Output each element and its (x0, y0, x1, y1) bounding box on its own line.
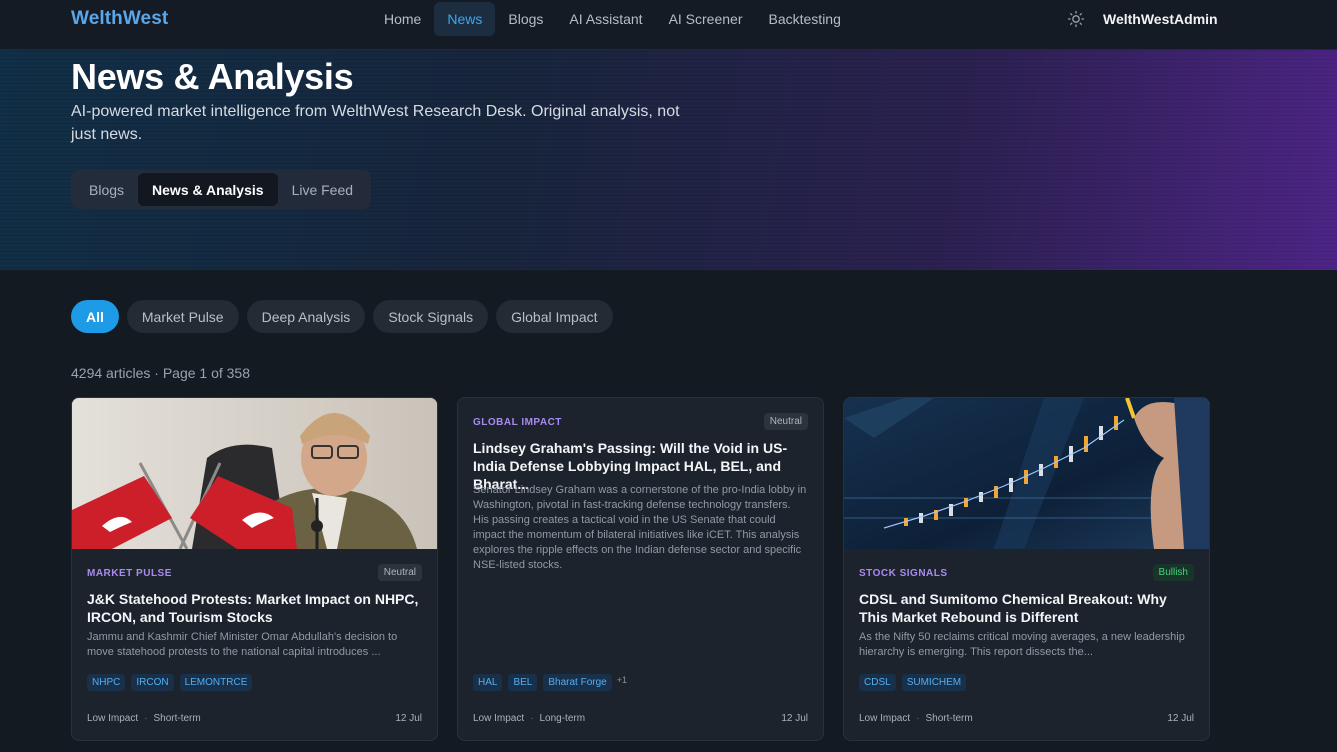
article-description: Jammu and Kashmir Chief Minister Omar Ab… (87, 631, 398, 658)
article-meta: Low Impact · Short-term 12 Jul (87, 713, 422, 724)
results-summary: 4294 articles · Page 1 of 358 (71, 365, 251, 381)
article-date: 12 Jul (781, 713, 808, 724)
page-title: News & Analysis (71, 56, 354, 97)
nav-news[interactable]: News (434, 2, 496, 36)
article-card[interactable]: GLOBAL IMPACT Neutral Lindsey Graham's P… (457, 397, 824, 741)
tab-live-feed[interactable]: Live Feed (278, 173, 367, 206)
stock-tag[interactable]: BEL (508, 674, 538, 691)
article-image (72, 398, 437, 549)
article-date: 12 Jul (395, 713, 422, 724)
article-body: STOCK SIGNALS Bullish CDSL and Sumitomo … (859, 564, 1194, 668)
nav-backtesting[interactable]: Backtesting (756, 2, 854, 36)
stock-tags: NHPC IRCON LEMONTRCE (87, 674, 253, 691)
tab-blogs[interactable]: Blogs (75, 173, 138, 206)
article-description: As the Nifty 50 reclaims critical moving… (859, 631, 1185, 658)
sentiment-badge: Neutral (377, 564, 422, 581)
article-card[interactable]: STOCK SIGNALS Bullish CDSL and Sumitomo … (843, 397, 1210, 741)
logo[interactable]: WelthWest (71, 8, 168, 30)
sentiment-badge: Bullish (1152, 564, 1194, 581)
nav-ai-assistant[interactable]: AI Assistant (556, 2, 655, 36)
filter-all[interactable]: All (71, 300, 119, 333)
article-title[interactable]: CDSL and Sumitomo Chemical Breakout: Why… (859, 590, 1194, 626)
stock-tag[interactable]: HAL (473, 674, 503, 691)
tab-news-analysis[interactable]: News & Analysis (138, 173, 278, 206)
stock-tag[interactable]: LEMONTRCE (179, 674, 253, 691)
article-description: Senator Lindsey Graham was a cornerstone… (473, 484, 807, 571)
stock-tags: HAL BEL Bharat Forge +1 (473, 674, 627, 691)
filter-stock-signals[interactable]: Stock Signals (373, 300, 489, 333)
nav-ai-screener[interactable]: AI Screener (656, 2, 756, 36)
sentiment-badge: Neutral (763, 413, 808, 430)
article-body: GLOBAL IMPACT Neutral Lindsey Graham's P… (473, 413, 808, 657)
filter-global-impact[interactable]: Global Impact (496, 300, 613, 333)
horizon-label: Long-term (539, 713, 586, 724)
main-nav: Home News Blogs AI Assistant AI Screener… (371, 2, 854, 36)
article-meta: Low Impact · Short-term 12 Jul (859, 713, 1194, 724)
stock-tag[interactable]: SUMICHEM (901, 674, 967, 691)
filter-market-pulse[interactable]: Market Pulse (126, 300, 239, 333)
impact-label: Low Impact (473, 713, 525, 724)
article-card[interactable]: MARKET PULSE Neutral J&K Statehood Prote… (71, 397, 438, 741)
page-subtitle: AI-powered market intelligence from Welt… (71, 103, 680, 143)
article-meta: Low Impact · Long-term 12 Jul (473, 713, 808, 724)
user-menu[interactable]: WelthWestAdmin (1103, 11, 1218, 27)
sun-icon[interactable] (1067, 10, 1085, 28)
article-image (844, 398, 1209, 549)
nav-home[interactable]: Home (371, 2, 434, 36)
stock-tag[interactable]: NHPC (87, 674, 126, 691)
more-tags-count[interactable]: +1 (617, 675, 627, 685)
article-category: STOCK SIGNALS (859, 568, 948, 579)
article-category: MARKET PULSE (87, 568, 172, 579)
category-filters: All Market Pulse Deep Analysis Stock Sig… (71, 300, 613, 333)
article-title[interactable]: J&K Statehood Protests: Market Impact on… (87, 590, 422, 626)
filter-deep-analysis[interactable]: Deep Analysis (246, 300, 366, 333)
stock-tag[interactable]: CDSL (859, 674, 896, 691)
horizon-label: Short-term (153, 713, 201, 724)
view-switcher: Blogs News & Analysis Live Feed (71, 170, 372, 209)
stock-tag[interactable]: IRCON (131, 674, 174, 691)
top-navbar: WelthWest Home News Blogs AI Assistant A… (0, 0, 1337, 50)
impact-label: Low Impact (87, 713, 139, 724)
article-category: GLOBAL IMPACT (473, 417, 562, 428)
stock-tags: CDSL SUMICHEM (859, 674, 967, 691)
hero-banner: News & Analysis AI-powered market intell… (0, 50, 1337, 270)
impact-label: Low Impact (859, 713, 911, 724)
nav-blogs[interactable]: Blogs (495, 2, 556, 36)
article-body: MARKET PULSE Neutral J&K Statehood Prote… (87, 564, 422, 668)
horizon-label: Short-term (925, 713, 973, 724)
article-date: 12 Jul (1167, 713, 1194, 724)
stock-tag[interactable]: Bharat Forge (543, 674, 612, 691)
